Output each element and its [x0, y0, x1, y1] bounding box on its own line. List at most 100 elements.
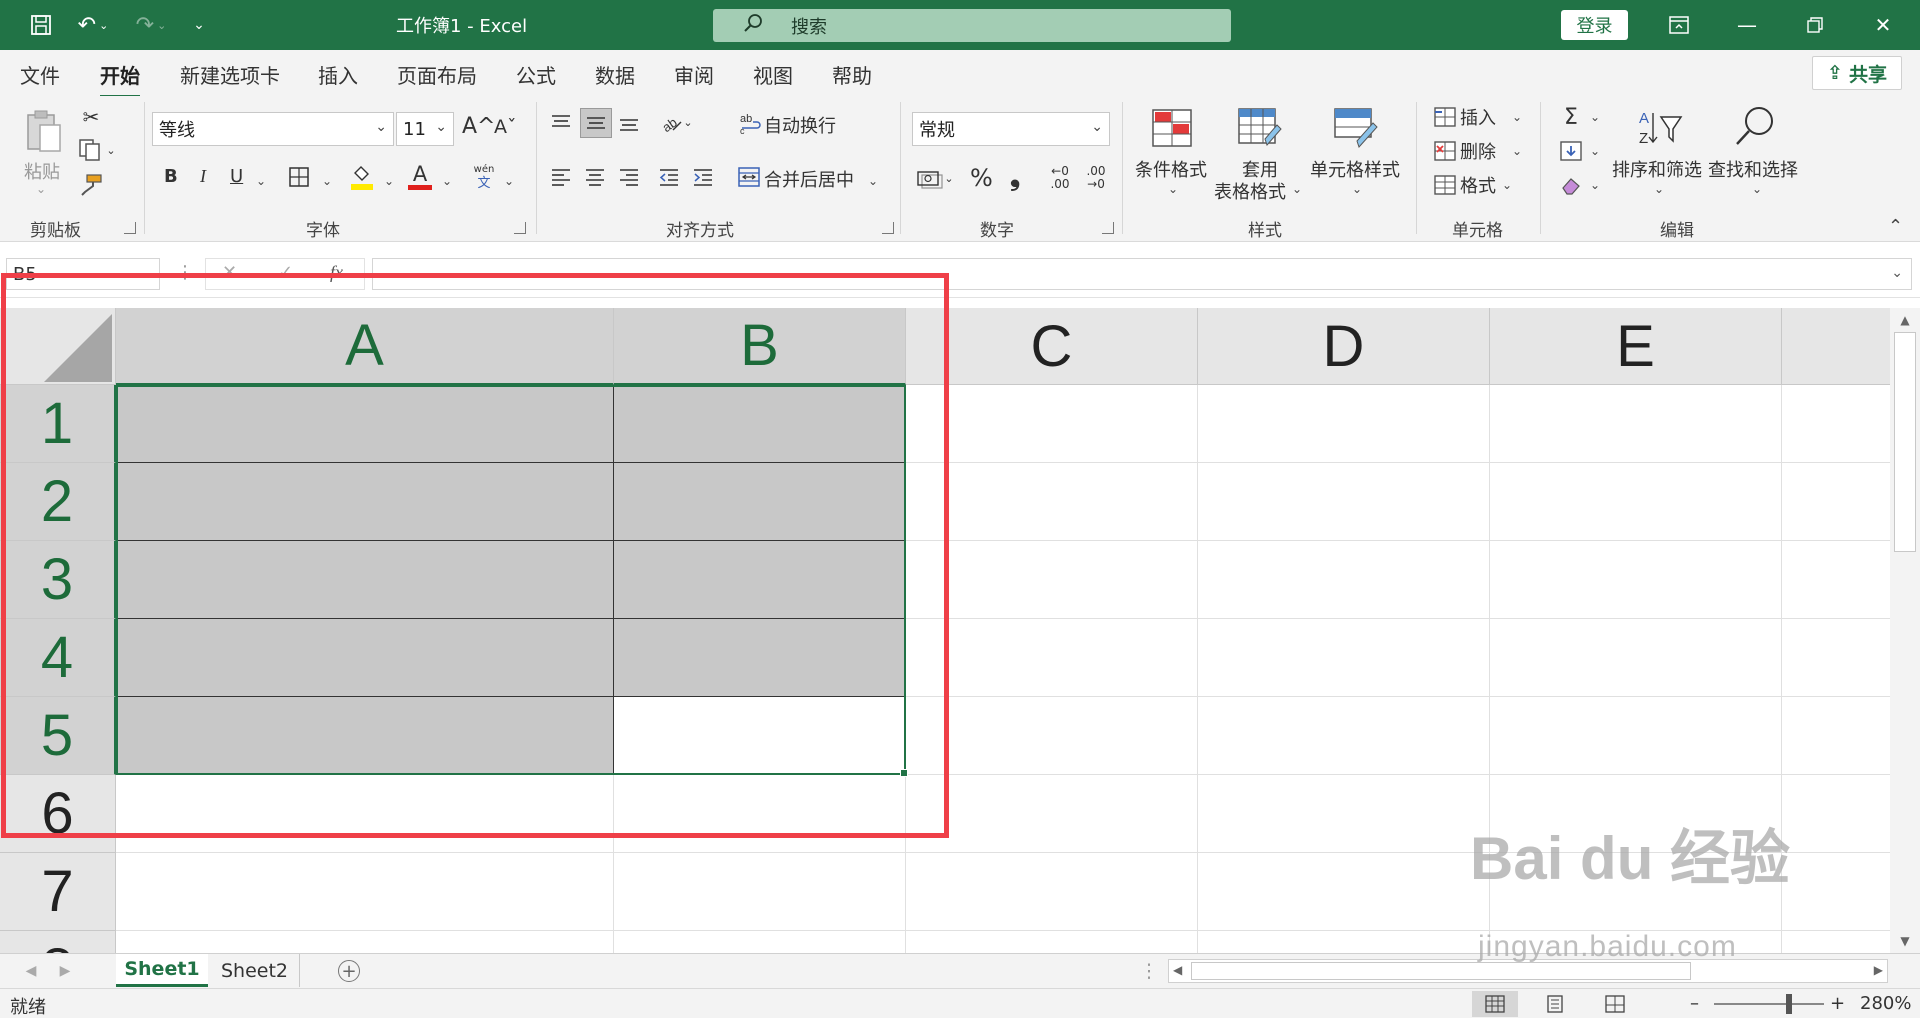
cell-f2[interactable] [1782, 463, 1890, 541]
column-header-e[interactable]: E [1490, 308, 1782, 385]
cell-a4[interactable] [116, 619, 614, 697]
page-layout-view-icon[interactable] [1532, 991, 1578, 1017]
cell-a2[interactable] [116, 463, 614, 541]
cell-b8[interactable] [614, 931, 906, 953]
accounting-format-icon[interactable]: ⌄ [914, 164, 956, 192]
cell-e4[interactable] [1490, 619, 1782, 697]
bold-button[interactable]: B [164, 166, 178, 187]
tab-view[interactable]: 视图 [753, 60, 793, 89]
wrap-text-icon[interactable]: ab c [738, 110, 764, 136]
formula-input[interactable]: ⌄ [372, 258, 1912, 290]
paste-icon[interactable] [22, 106, 66, 156]
fill-color-icon[interactable] [348, 162, 376, 192]
cell-a3[interactable] [116, 541, 614, 619]
format-as-table-label-2[interactable]: 表格格式 [1214, 178, 1286, 204]
scroll-left-icon[interactable]: ◀ [1173, 963, 1182, 977]
cell-f1[interactable] [1782, 385, 1890, 463]
cell-b6[interactable] [614, 775, 906, 853]
row-header-4[interactable]: 4 [0, 619, 116, 697]
cell-a8[interactable] [116, 931, 614, 953]
column-header-d[interactable]: D [1198, 308, 1490, 385]
autosum-icon[interactable]: Σ [1556, 104, 1586, 130]
sort-filter-label[interactable]: 排序和筛选 [1612, 156, 1702, 182]
align-middle-icon[interactable] [580, 108, 612, 138]
tab-page-layout[interactable]: 页面布局 [397, 60, 477, 89]
shrink-font-icon[interactable]: Aˇ [494, 116, 517, 138]
number-format-select[interactable]: 常规 ⌄ [912, 112, 1110, 146]
row-header-2[interactable]: 2 [0, 463, 116, 541]
insert-cells-label[interactable]: 插入 [1460, 104, 1496, 130]
underline-button[interactable]: U [230, 166, 243, 187]
number-launcher-icon[interactable] [1102, 222, 1114, 234]
format-painter-icon[interactable] [78, 172, 104, 198]
fill-down-icon[interactable] [1556, 138, 1586, 164]
cell-f8[interactable] [1782, 931, 1890, 953]
column-header-f[interactable] [1782, 308, 1890, 385]
cell-d7[interactable] [1198, 853, 1490, 931]
cell-d4[interactable] [1198, 619, 1490, 697]
tab-split-grip-icon[interactable]: ⋮ [1140, 954, 1159, 987]
cell-e3[interactable] [1490, 541, 1782, 619]
cell-b3[interactable] [614, 541, 906, 619]
cell-styles-icon[interactable] [1332, 106, 1380, 150]
phonetic-icon[interactable]: wén 文 [470, 162, 498, 194]
tab-help[interactable]: 帮助 [832, 60, 872, 89]
comma-button[interactable]: ❟ [1010, 162, 1020, 193]
vertical-scroll-thumb[interactable] [1894, 332, 1916, 552]
format-cells-label[interactable]: 格式 [1460, 172, 1496, 198]
column-header-b[interactable]: B [614, 308, 906, 385]
find-select-label[interactable]: 查找和选择 [1708, 156, 1798, 182]
cell-f4[interactable] [1782, 619, 1890, 697]
tab-file[interactable]: 文件 [20, 60, 60, 89]
clear-icon[interactable] [1556, 172, 1586, 198]
italic-button[interactable]: I [200, 166, 206, 187]
font-name-select[interactable]: 等线 ⌄ [152, 112, 394, 146]
align-top-icon[interactable] [548, 110, 574, 136]
sheet-tab-sheet2[interactable]: Sheet2 [210, 954, 300, 987]
format-cells-icon[interactable] [1432, 172, 1458, 198]
close-icon[interactable]: ✕ [1858, 4, 1908, 46]
sheet-prev-icon[interactable]: ◀ [16, 954, 46, 987]
select-all-corner[interactable] [0, 308, 116, 385]
font-size-select[interactable]: 11 ⌄ [396, 112, 454, 146]
tab-review[interactable]: 审阅 [674, 60, 714, 89]
login-button[interactable]: 登录 [1561, 10, 1628, 40]
cell-e5[interactable] [1490, 697, 1782, 775]
row-header-8[interactable]: 8 [0, 931, 116, 953]
cell-b4[interactable] [614, 619, 906, 697]
cell-c7[interactable] [906, 853, 1198, 931]
tab-new[interactable]: 新建选项卡 [180, 60, 280, 89]
cell-d6[interactable] [1198, 775, 1490, 853]
normal-view-icon[interactable] [1472, 991, 1518, 1017]
tab-data[interactable]: 数据 [595, 60, 635, 89]
cell-f5[interactable] [1782, 697, 1890, 775]
vertical-scrollbar[interactable]: ▲ ▼ [1890, 308, 1920, 953]
restore-icon[interactable] [1790, 4, 1840, 46]
delete-cells-label[interactable]: 删除 [1460, 138, 1496, 164]
zoom-level[interactable]: 280% [1860, 993, 1911, 1014]
zoom-out-button[interactable]: – [1690, 993, 1699, 1014]
scroll-up-icon[interactable]: ▲ [1890, 308, 1920, 332]
cell-f6[interactable] [1782, 775, 1890, 853]
collapse-ribbon-icon[interactable]: ⌃ [1888, 216, 1903, 237]
find-select-icon[interactable] [1730, 104, 1780, 150]
ribbon-display-icon[interactable] [1654, 4, 1704, 46]
decrease-indent-icon[interactable] [656, 164, 682, 190]
insert-cells-icon[interactable] [1432, 104, 1458, 130]
add-sheet-button[interactable]: + [338, 960, 360, 982]
minimize-icon[interactable]: — [1722, 4, 1772, 46]
cell-d1[interactable] [1198, 385, 1490, 463]
zoom-slider[interactable] [1714, 1003, 1824, 1005]
align-left-icon[interactable] [548, 164, 574, 190]
cell-c4[interactable] [906, 619, 1198, 697]
cell-d2[interactable] [1198, 463, 1490, 541]
merge-center-icon[interactable] [736, 164, 762, 190]
save-icon[interactable] [24, 9, 58, 41]
sheet-next-icon[interactable]: ▶ [50, 954, 80, 987]
font-launcher-icon[interactable] [514, 222, 526, 234]
copy-icon[interactable]: ⌄ [76, 136, 118, 164]
enter-icon[interactable]: ✓ [278, 262, 293, 283]
row-header-1[interactable]: 1 [0, 385, 116, 463]
redo-icon[interactable]: ↷ ⌄ [128, 9, 174, 41]
name-box[interactable]: B5 [6, 258, 160, 290]
